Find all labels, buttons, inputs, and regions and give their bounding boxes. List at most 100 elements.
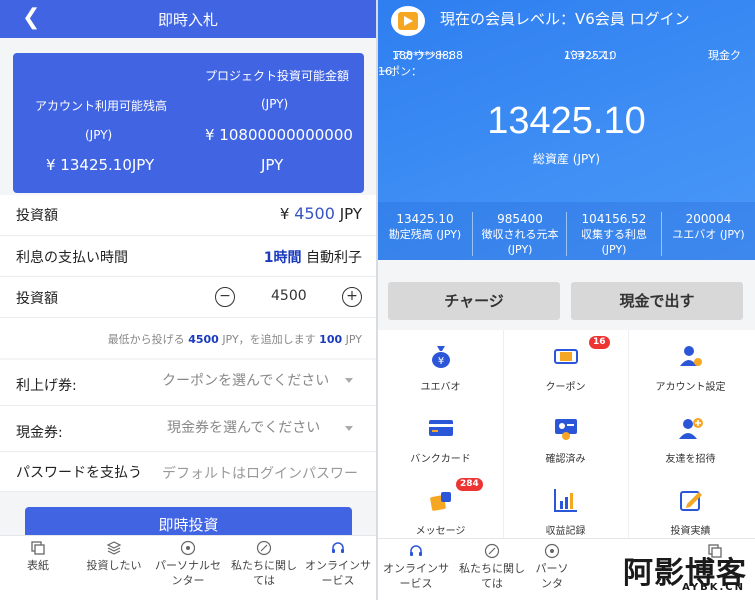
tab-about[interactable]: 私たちに関し ては bbox=[226, 540, 302, 588]
tab-label-line1: パーソ bbox=[535, 562, 569, 575]
coupon-select[interactable]: クーポンを選んでください bbox=[162, 370, 329, 390]
stat-label: 勘定残高 (JPY) bbox=[388, 228, 462, 241]
feature-grid: ¥ ユエバオ 16 クーポン アカウント設定 バンクカード 確認済み 友達を招待… bbox=[378, 330, 755, 540]
balance-card: プロジェクト投資可能金額 (JPY) アカウント利用可能残高 (JPY) ¥ 1… bbox=[13, 53, 364, 193]
grid-item-investments[interactable]: 投資実績 bbox=[628, 474, 753, 546]
stat-label: ユエバオ (JPY) bbox=[672, 228, 745, 241]
interest-period: 1時間 bbox=[263, 250, 302, 266]
cash-ticket-label: 現金券: bbox=[16, 425, 63, 441]
tab-label-line2: ては bbox=[481, 577, 503, 590]
cash-ticket-select[interactable]: 現金券を選んでください bbox=[167, 417, 320, 437]
hint-pre: 最低から投げる bbox=[107, 333, 185, 346]
grid-item-earnings[interactable]: 収益記録 bbox=[503, 474, 628, 546]
minus-button[interactable]: − bbox=[215, 287, 235, 307]
tab-label: 投資したい bbox=[86, 559, 142, 572]
coupon-label: 利上げ券: bbox=[16, 378, 77, 394]
password-field[interactable]: デフォルトはログインパスワー bbox=[162, 463, 358, 483]
tab-online-service[interactable]: オンラインサ ービス bbox=[378, 543, 454, 591]
hint-min: 4500 bbox=[188, 333, 219, 346]
stepper-label: 投資額 bbox=[16, 291, 58, 307]
stepper-row: 投資額 − 4500 + bbox=[0, 277, 376, 318]
stat-principal: 985400 徴収される元本 (JPY) bbox=[473, 212, 567, 257]
grid-label: クーポン bbox=[545, 382, 586, 393]
bottom-tabbar: 表紙 投資したい パーソナルセ ンター 私たちに関し ては オンラインサ ービス bbox=[0, 535, 376, 600]
invest-amount-unit: JPY bbox=[339, 205, 362, 223]
hint-step: 100 bbox=[319, 333, 343, 346]
page-title: 即時入札 bbox=[157, 11, 218, 29]
coupon-label-a: 現金ク bbox=[708, 49, 741, 62]
stat-label: 収集する利息 bbox=[581, 228, 647, 241]
tab-label-line2: ンター bbox=[171, 574, 205, 587]
project-amount-label: プロジェクト投資可能金額 bbox=[205, 69, 350, 83]
interest-label: 利息の支払い時間 bbox=[16, 250, 128, 266]
tab-label-line2: ンタ bbox=[541, 577, 563, 590]
total-assets-label: 総資産 (JPY) bbox=[532, 152, 601, 166]
copy-icon bbox=[31, 541, 45, 555]
grid-label: ユエバオ bbox=[420, 382, 461, 393]
grid-item-verified[interactable]: 確認済み bbox=[503, 402, 628, 474]
tab-invest[interactable]: 投資したい bbox=[80, 540, 148, 573]
interest-suffix: 自動利子 bbox=[306, 250, 362, 266]
interest-value: 1時間 自動利子 bbox=[264, 247, 362, 267]
grid-label: 確認済み bbox=[545, 454, 586, 465]
grid-item-coupon[interactable]: 16 クーポン bbox=[503, 330, 628, 402]
charge-button[interactable]: チャージ bbox=[388, 282, 560, 320]
coupon-row[interactable]: 利上げ券: クーポンを選んでください bbox=[0, 360, 376, 406]
tab-home[interactable]: 表紙 bbox=[18, 540, 58, 573]
dice-icon bbox=[429, 492, 451, 511]
stat-label-unit: (JPY) bbox=[507, 243, 533, 256]
chevron-down-icon bbox=[345, 378, 353, 383]
tab-personal-center[interactable]: パーソ ンタ bbox=[530, 543, 574, 591]
app-logo bbox=[391, 6, 425, 36]
grid-item-invite[interactable]: 友達を招待 bbox=[628, 402, 753, 474]
right-panel: 現在の会員レベル：V6会員 ログイン アカウント： 188****8888 バラン… bbox=[378, 0, 755, 600]
tab-label-line2: ービス bbox=[321, 574, 355, 587]
grid-item-messages[interactable]: 284 メッセージ bbox=[378, 474, 503, 546]
stat-value: 200004 bbox=[685, 212, 732, 226]
quantity-stepper[interactable]: 4500 bbox=[271, 288, 307, 304]
grid-label: 収益記録 bbox=[545, 526, 586, 537]
account-value: 188****8888 bbox=[392, 49, 463, 62]
tab-label-line1: オンラインサ bbox=[305, 559, 371, 572]
chevron-down-icon bbox=[345, 426, 353, 431]
coupon-badge: 16 bbox=[589, 336, 610, 349]
account-balance-label: アカウント利用可能残高 bbox=[35, 99, 168, 113]
plus-button[interactable]: + bbox=[342, 287, 362, 307]
stats-bar: 13425.10 勘定残高 (JPY) 985400 徴収される元本 (JPY)… bbox=[378, 202, 755, 260]
total-assets-value: 13425.10 bbox=[487, 100, 646, 142]
member-header: 現在の会員レベル：V6会員 ログイン アカウント： 188****8888 バラン… bbox=[378, 0, 755, 260]
tab-label-line1: 私たちに関し bbox=[459, 562, 525, 575]
invest-amount-row: 投資額 ¥ 4500 JPY bbox=[0, 195, 376, 236]
tab-online-service[interactable]: オンラインサ ービス bbox=[300, 540, 376, 588]
stat-yuebao: 200004 ユエバオ (JPY) bbox=[662, 212, 755, 242]
project-unit-label: (JPY) bbox=[261, 97, 289, 111]
watermark-sub: AYBK.CN bbox=[682, 582, 745, 593]
grid-label: 友達を招待 bbox=[665, 454, 716, 465]
money-bag-icon: ¥ bbox=[431, 346, 450, 368]
currency-prefix: ¥ bbox=[279, 205, 290, 223]
cash-ticket-row[interactable]: 現金券: 現金券を選んでください bbox=[0, 406, 376, 452]
stat-value: 13425.10 bbox=[396, 212, 454, 226]
grid-label: 投資実績 bbox=[670, 526, 711, 537]
tab-label-line2: ては bbox=[253, 574, 275, 587]
stat-balance: 13425.10 勘定残高 (JPY) bbox=[378, 212, 472, 242]
stat-value: 985400 bbox=[497, 212, 543, 226]
tab-about[interactable]: 私たちに関し ては bbox=[454, 543, 530, 591]
watermark: 阿影博客 AYBK.CN bbox=[597, 548, 747, 596]
leaf-icon bbox=[484, 543, 500, 559]
project-currency: JPY bbox=[261, 156, 284, 174]
tab-label: 表紙 bbox=[27, 559, 49, 572]
grid-item-account-settings[interactable]: アカウント設定 bbox=[628, 330, 753, 402]
grid-label: アカウント設定 bbox=[655, 382, 726, 393]
svg-text:¥: ¥ bbox=[437, 356, 443, 367]
withdraw-button[interactable]: 現金で出す bbox=[571, 282, 743, 320]
stat-interest: 104156.52 収集する利息 (JPY) bbox=[567, 212, 661, 257]
message-badge: 284 bbox=[456, 478, 483, 491]
project-amount: ¥ 10800000000000 bbox=[205, 126, 353, 144]
credit-card-icon bbox=[428, 420, 453, 436]
grid-item-bank-card[interactable]: バンクカード bbox=[378, 402, 503, 474]
invest-amount-number: 4500 bbox=[294, 204, 335, 223]
stat-label-unit: (JPY) bbox=[601, 243, 627, 256]
tab-personal-center[interactable]: パーソナルセ ンター bbox=[150, 540, 226, 588]
grid-item-yuebao[interactable]: ¥ ユエバオ bbox=[378, 330, 503, 402]
